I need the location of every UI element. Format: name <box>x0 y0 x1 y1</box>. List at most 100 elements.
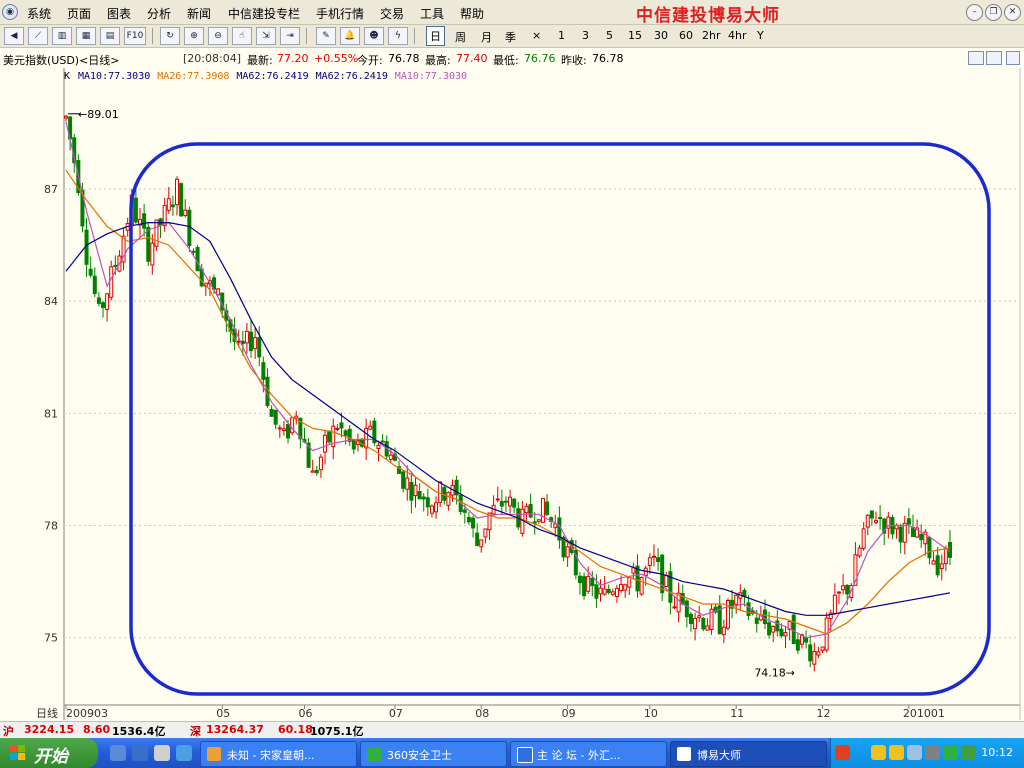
zoom-out-icon[interactable]: ⊖ <box>208 27 228 45</box>
candle-body <box>935 555 940 576</box>
panel-left-icon[interactable] <box>968 51 984 65</box>
period-60[interactable]: 60 <box>679 29 693 42</box>
task-forum[interactable]: 主 论 坛 - 外汇... <box>510 741 667 767</box>
security-icon[interactable] <box>961 745 976 760</box>
period-month[interactable]: 月 <box>481 29 492 45</box>
y-tick-label: 75 <box>44 632 58 645</box>
f10-icon[interactable]: F10 <box>124 27 146 45</box>
people-icon[interactable]: ☻ <box>364 27 384 45</box>
task-boyi[interactable]: 博易大师 <box>670 741 827 767</box>
quicklaunch-app-icon[interactable] <box>154 745 170 761</box>
candle-body <box>586 575 591 592</box>
high-label: 最高: <box>425 54 451 67</box>
menu-page[interactable]: 页面 <box>67 5 91 22</box>
toolbar: ◀ ⟋ ▥ ▦ ▤ F10 ↻ ⊕ ⊖ ☝ ⇲ ⇥ ✎ 🔔 ☻ ϟ 日 周 月 … <box>0 25 1024 48</box>
import-icon[interactable]: ⇥ <box>280 27 300 45</box>
candle-body <box>865 514 870 528</box>
x-tick-label: 07 <box>389 707 403 720</box>
brand-title: 中信建投博易大师 <box>636 6 780 26</box>
candle-body <box>705 625 710 631</box>
restore-icon[interactable]: ❐ <box>985 4 1002 21</box>
candle-body <box>639 576 644 595</box>
menu-tools[interactable]: 工具 <box>420 5 444 22</box>
menu-analysis[interactable]: 分析 <box>147 5 171 22</box>
menu-news[interactable]: 新闻 <box>187 5 211 22</box>
task-360-label: 360安全卫士 <box>387 749 452 762</box>
period-3[interactable]: 3 <box>582 29 589 42</box>
candle-body <box>906 518 911 525</box>
candle-body <box>697 615 702 619</box>
panel-right-icon[interactable] <box>986 51 1002 65</box>
minimize-icon[interactable]: – <box>966 4 983 21</box>
candle-body <box>524 505 529 514</box>
cursor-icon[interactable]: ☝ <box>232 27 252 45</box>
candle-body <box>767 622 772 636</box>
qq-icon[interactable] <box>871 745 886 760</box>
candle-body <box>175 178 180 206</box>
x-tick-label: 11 <box>730 707 744 720</box>
clock: 10:12 <box>981 746 1013 759</box>
alert-bell-icon[interactable]: 🔔 <box>340 27 360 45</box>
candle-body <box>409 481 414 501</box>
candle-body <box>425 497 430 508</box>
candle-body <box>656 557 661 563</box>
sogou-icon[interactable] <box>835 745 850 760</box>
lightning-icon[interactable]: ϟ <box>388 27 408 45</box>
system-tray: 10:12 <box>830 738 1024 768</box>
menu-chart[interactable]: 图表 <box>107 5 131 22</box>
draw-icon[interactable]: ✎ <box>316 27 336 45</box>
task-unknown[interactable]: 未知 - 宋家皇朝... <box>200 741 357 767</box>
refresh-icon[interactable]: ↻ <box>160 27 180 45</box>
menu-trade[interactable]: 交易 <box>380 5 404 22</box>
candle-icon[interactable]: ▥ <box>52 27 72 45</box>
period-day[interactable]: 日 <box>426 26 445 46</box>
candle-body <box>582 576 587 597</box>
back-icon[interactable]: ◀ <box>4 27 24 45</box>
network-icon[interactable] <box>907 745 922 760</box>
system-menu-icon[interactable]: ◉ <box>2 4 18 20</box>
quicklaunch-ie-icon[interactable] <box>132 745 148 761</box>
window-icon[interactable]: ▤ <box>100 27 120 45</box>
period-x[interactable]: × <box>532 29 541 42</box>
ma-legend-0: MA10:77.3030 <box>78 71 150 82</box>
candle-body <box>495 498 500 501</box>
period-4hr[interactable]: 4hr <box>728 29 747 42</box>
sh-label: 沪 <box>3 725 14 738</box>
period-15[interactable]: 15 <box>628 29 642 42</box>
period-30[interactable]: 30 <box>654 29 668 42</box>
close-icon[interactable]: ✕ <box>1004 4 1021 21</box>
period-2hr[interactable]: 2hr <box>702 29 721 42</box>
candle-body <box>294 415 299 419</box>
qq2-icon[interactable] <box>889 745 904 760</box>
table-icon[interactable]: ▦ <box>76 27 96 45</box>
panel-toggle-icon[interactable] <box>1006 51 1020 65</box>
candle-body <box>405 477 410 490</box>
candle-body <box>779 628 784 637</box>
start-button[interactable]: 开始 <box>0 738 98 768</box>
period-5[interactable]: 5 <box>606 29 613 42</box>
task-360[interactable]: 360安全卫士 <box>360 741 507 767</box>
shield-icon[interactable] <box>943 745 958 760</box>
menu-system[interactable]: 系统 <box>27 5 51 22</box>
candle-body <box>783 632 788 637</box>
sound-icon[interactable] <box>925 745 940 760</box>
line-chart-icon[interactable]: ⟋ <box>28 27 48 45</box>
menu-help[interactable]: 帮助 <box>460 5 484 22</box>
candle-body <box>812 651 817 665</box>
index-quote-bar: 沪 3224.15 8.60 1536.4亿 深 13264.37 60.18 … <box>0 721 1024 738</box>
period-year[interactable]: Y <box>757 29 764 42</box>
price-chart[interactable]: K MA10:77.3030 MA26:77.3908 MA62:76.2419 MA6… <box>0 68 1024 720</box>
quicklaunch-desktop-icon[interactable] <box>110 745 126 761</box>
low-value-label: 74.18→ <box>754 666 795 679</box>
period-1[interactable]: 1 <box>558 29 565 42</box>
menu-mobile-quotes[interactable]: 手机行情 <box>316 5 364 22</box>
candle-body <box>376 444 381 450</box>
candle-body <box>610 591 615 595</box>
period-quarter[interactable]: 季 <box>505 29 516 45</box>
menu-citic-column[interactable]: 中信建投专栏 <box>228 5 300 22</box>
quicklaunch-player-icon[interactable] <box>176 745 192 761</box>
candle-body <box>216 288 221 296</box>
zoom-in-icon[interactable]: ⊕ <box>184 27 204 45</box>
period-week[interactable]: 周 <box>455 29 466 45</box>
export-icon[interactable]: ⇲ <box>256 27 276 45</box>
